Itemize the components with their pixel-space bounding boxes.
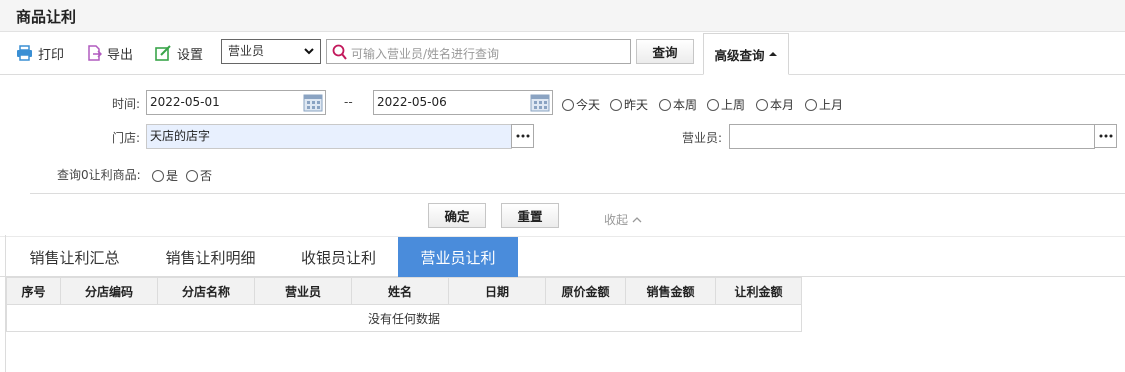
export-label: 导出 xyxy=(107,47,134,63)
tab-sales-discount-detail[interactable]: 销售让利明细 xyxy=(144,237,277,277)
tab-sales-discount-summary[interactable]: 销售让利汇总 xyxy=(8,237,141,277)
chevron-up-icon xyxy=(632,216,642,222)
range-last-week-radio[interactable]: 上周 xyxy=(707,96,745,113)
print-label: 打印 xyxy=(38,47,65,63)
title-bar: 商品让利 xyxy=(0,0,1125,32)
column-header[interactable]: 分店编码 xyxy=(60,277,158,305)
range-this-month-radio[interactable]: 本月 xyxy=(756,96,794,113)
store-input[interactable]: 天店的店字 xyxy=(146,124,512,149)
calendar-icon[interactable] xyxy=(303,93,323,112)
range-label: 今天 xyxy=(576,98,601,112)
more-icon xyxy=(1099,134,1112,138)
zero-discount-yes-radio[interactable]: 是 xyxy=(152,167,178,184)
column-header[interactable]: 原价金额 xyxy=(545,277,626,305)
radio-circle xyxy=(152,169,164,182)
divider xyxy=(30,193,1125,194)
advanced-query-button[interactable]: 高级查询 xyxy=(703,33,789,75)
advanced-query-label: 高级查询 xyxy=(714,47,765,63)
settings-button[interactable]: 设置 xyxy=(155,43,203,63)
range-label: 上周 xyxy=(721,98,746,112)
confirm-button[interactable]: 确定 xyxy=(428,203,486,228)
search-field-select[interactable]: 营业员 xyxy=(221,39,321,64)
data-table: 序号 分店编码 分店名称 营业员 姓名 日期 原价金额 销售金额 让利金额 没有… xyxy=(6,277,802,332)
caret-up-icon xyxy=(768,52,777,56)
export-icon xyxy=(88,45,102,61)
column-header[interactable]: 日期 xyxy=(448,277,546,305)
clerk-picker-button[interactable] xyxy=(1094,124,1117,148)
page-title: 商品让利 xyxy=(16,8,77,26)
no-label: 否 xyxy=(200,169,213,183)
date-from-input[interactable]: 2022-05-01 xyxy=(146,90,326,115)
collapse-button[interactable]: 收起 xyxy=(604,211,642,228)
range-label: 昨天 xyxy=(624,98,649,112)
clerk-input[interactable] xyxy=(729,124,1095,149)
collapse-label: 收起 xyxy=(604,213,629,227)
chevron-down-icon xyxy=(304,48,314,55)
store-value: 天店的店字 xyxy=(150,129,211,143)
range-label: 本周 xyxy=(673,98,698,112)
range-yesterday-radio[interactable]: 昨天 xyxy=(610,96,648,113)
toolbar: 打印 导出 设置 营业员 可输入营业员/姓名进行查询 查询 高级查询 xyxy=(0,33,1125,75)
column-header[interactable]: 序号 xyxy=(6,277,61,305)
radio-circle xyxy=(186,169,198,182)
yes-label: 是 xyxy=(166,169,179,183)
radio-circle xyxy=(610,98,622,111)
search-input[interactable]: 可输入营业员/姓名进行查询 xyxy=(326,39,631,64)
range-label: 上月 xyxy=(819,98,844,112)
edit-icon xyxy=(155,45,171,61)
date-to-value: 2022-05-06 xyxy=(377,95,447,109)
radio-circle xyxy=(756,98,768,111)
report-tabs: 销售让利汇总 销售让利明细 收银员让利 营业员让利 xyxy=(0,236,1125,277)
zero-discount-label: 查询0让利商品: xyxy=(57,168,141,182)
date-separator: -- xyxy=(344,95,353,109)
printer-icon xyxy=(17,45,32,61)
range-label: 本月 xyxy=(770,98,795,112)
print-button[interactable]: 打印 xyxy=(16,43,64,63)
radio-circle xyxy=(659,98,671,111)
column-header[interactable]: 姓名 xyxy=(351,277,449,305)
column-header[interactable]: 销售金额 xyxy=(625,277,716,305)
empty-message: 没有任何数据 xyxy=(6,304,802,332)
empty-row: 没有任何数据 xyxy=(6,304,802,332)
store-picker-button[interactable] xyxy=(511,124,534,148)
column-header[interactable]: 营业员 xyxy=(254,277,352,305)
export-button[interactable]: 导出 xyxy=(86,43,133,63)
zero-discount-no-radio[interactable]: 否 xyxy=(186,167,212,184)
time-label: 时间: xyxy=(112,97,141,111)
tab-clerk-discount[interactable]: 营业员让利 xyxy=(398,237,518,277)
advanced-filter-panel: 时间: 2022-05-01 -- 2022-05-06 今天 昨天 本周 上周… xyxy=(0,75,1125,235)
calendar-icon[interactable] xyxy=(530,93,550,112)
column-header[interactable]: 让利金额 xyxy=(715,277,802,305)
search-field-value: 营业员 xyxy=(228,44,265,58)
search-icon xyxy=(332,44,347,60)
radio-circle xyxy=(805,98,817,111)
range-last-month-radio[interactable]: 上月 xyxy=(805,96,843,113)
tab-cashier-discount[interactable]: 收银员让利 xyxy=(280,237,397,277)
settings-label: 设置 xyxy=(177,47,204,63)
range-today-radio[interactable]: 今天 xyxy=(562,96,600,113)
table-header-row: 序号 分店编码 分店名称 营业员 姓名 日期 原价金额 销售金额 让利金额 xyxy=(6,277,802,305)
more-icon xyxy=(516,134,529,138)
radio-circle xyxy=(562,98,574,111)
date-from-value: 2022-05-01 xyxy=(150,95,220,109)
column-header[interactable]: 分店名称 xyxy=(157,277,255,305)
reset-button[interactable]: 重置 xyxy=(501,203,559,228)
clerk-label: 营业员: xyxy=(682,131,723,145)
range-this-week-radio[interactable]: 本周 xyxy=(659,96,697,113)
date-to-input[interactable]: 2022-05-06 xyxy=(373,90,553,115)
store-label: 门店: xyxy=(112,131,141,145)
radio-circle xyxy=(707,98,719,111)
query-button[interactable]: 查询 xyxy=(636,39,694,64)
search-placeholder: 可输入营业员/姓名进行查询 xyxy=(351,47,500,61)
